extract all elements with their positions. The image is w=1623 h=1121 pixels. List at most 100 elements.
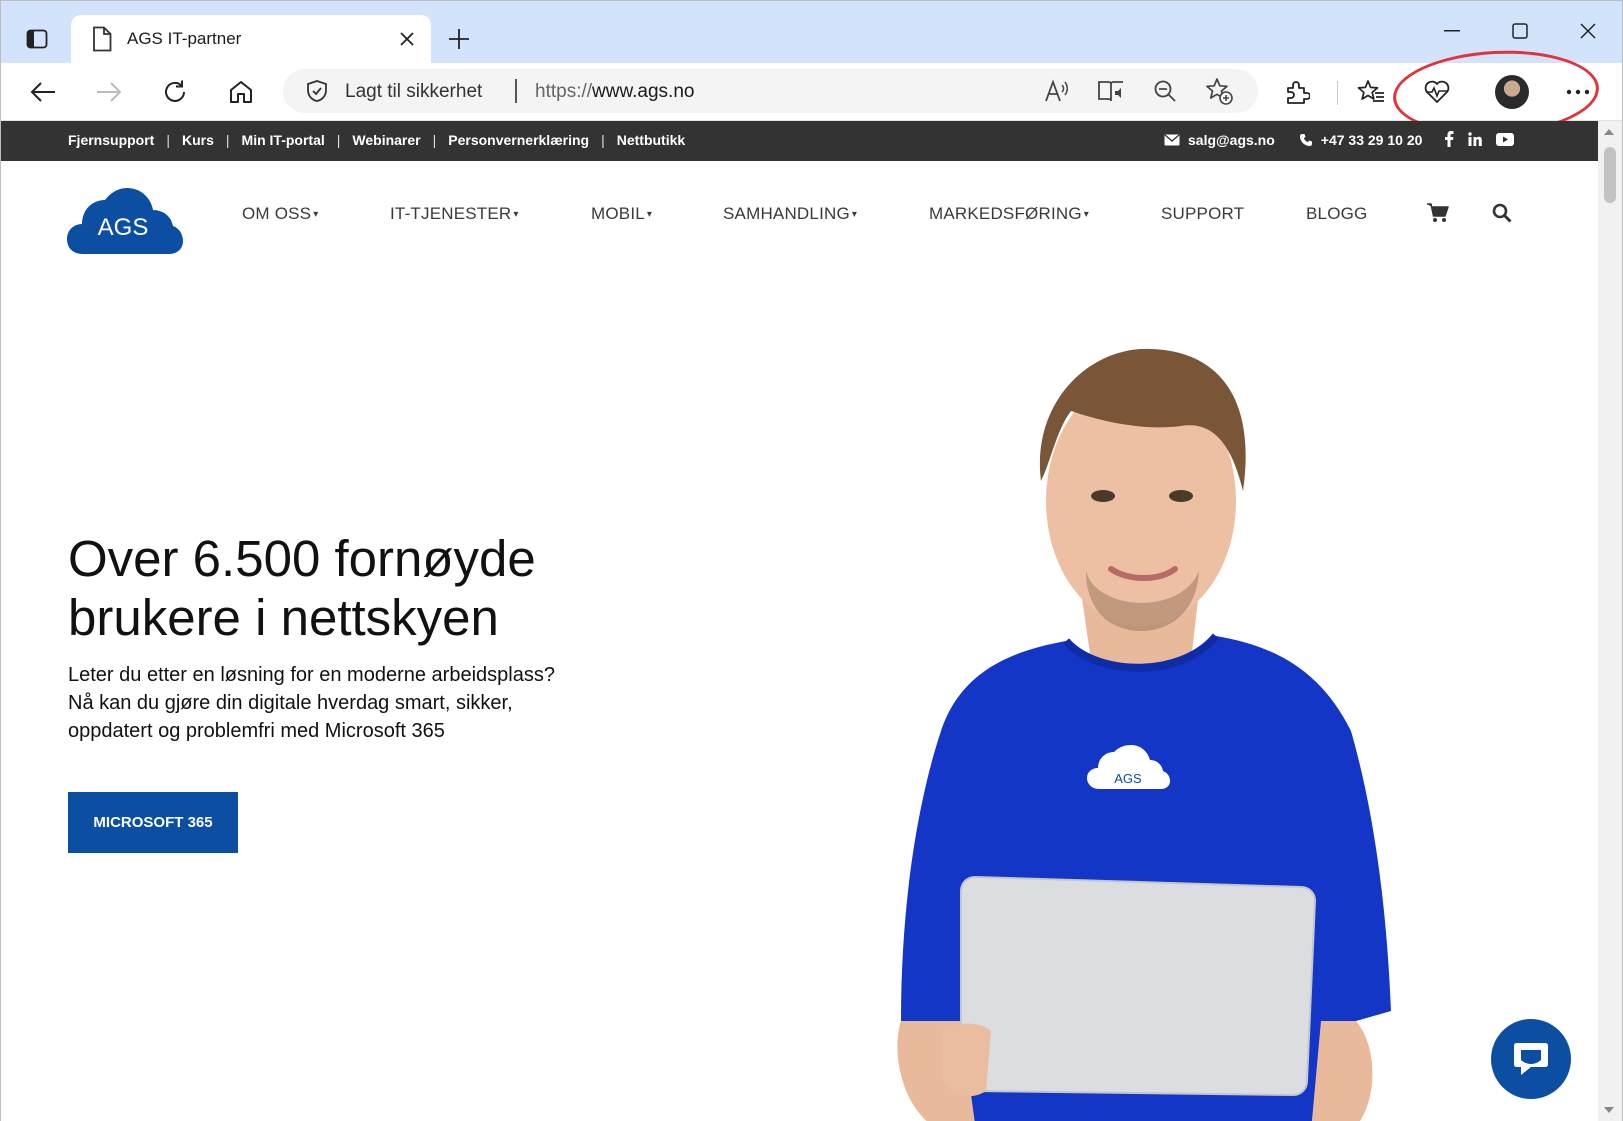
topbar-separator: | xyxy=(336,132,341,148)
url-scheme: https:// xyxy=(535,81,593,102)
nav-label: SAMHANDLING xyxy=(723,204,850,223)
nav-label: BLOGG xyxy=(1306,204,1368,223)
cart-icon xyxy=(1427,203,1449,222)
tab-actions-button[interactable] xyxy=(19,21,55,57)
extensions-button[interactable] xyxy=(1277,72,1317,112)
nav-markedsforing[interactable]: MARKEDSFØRING ▾ xyxy=(929,204,1089,224)
hero-heading-line: Over 6.500 fornøyde xyxy=(68,530,536,587)
search-icon xyxy=(1492,203,1512,223)
topbar-link-min-it-portal[interactable]: Min IT-portal xyxy=(242,132,325,148)
microsoft-365-button[interactable]: MICROSOFT 365 xyxy=(68,792,238,853)
maximize-icon xyxy=(1512,23,1528,39)
social-links xyxy=(1444,131,1514,147)
youtube-icon[interactable] xyxy=(1496,132,1514,146)
tab-close-button[interactable] xyxy=(387,19,427,59)
tab-title: AGS IT-partner xyxy=(127,29,242,48)
address-separator xyxy=(515,79,517,103)
nav-support[interactable]: SUPPORT xyxy=(1161,204,1244,224)
tab-active[interactable]: AGS IT-partner xyxy=(71,15,431,63)
caret-down-icon: ▾ xyxy=(1083,209,1090,220)
nav-label: IT-TJENESTER xyxy=(390,204,512,223)
ags-logo[interactable]: AGS xyxy=(67,188,183,254)
hero-body: Leter du etter en løsning for en moderne… xyxy=(68,661,628,745)
add-favorite-button[interactable] xyxy=(1203,75,1235,107)
tab-strip: AGS IT-partner xyxy=(1,1,1622,63)
topbar-separator: | xyxy=(166,132,170,148)
cart-button[interactable] xyxy=(1426,201,1450,225)
home-icon xyxy=(230,81,252,103)
browser-toolbar: Lagt til sikkerhet https://www.ags.no xyxy=(1,63,1622,121)
topbar-separator: | xyxy=(432,132,437,148)
shield-check-icon[interactable] xyxy=(305,79,329,103)
scroll-thumb[interactable] xyxy=(1604,147,1616,203)
topbar-link-webinarer[interactable]: Webinarer xyxy=(352,132,420,148)
nav-label: SUPPORT xyxy=(1161,204,1245,223)
topbar-link-kurs[interactable]: Kurs xyxy=(182,132,214,148)
topbar-separator: | xyxy=(225,132,230,148)
window-close-button[interactable] xyxy=(1557,11,1619,51)
email-link[interactable]: salg@ags.no xyxy=(1188,132,1275,148)
hero-body-line: Nå kan du gjøre din digitale hverdag sma… xyxy=(68,692,513,714)
chat-button[interactable] xyxy=(1491,1019,1571,1099)
nav-samhandling[interactable]: SAMHANDLING ▾ xyxy=(723,204,857,224)
favorites-button[interactable] xyxy=(1351,72,1391,112)
scroll-up-arrow-icon[interactable] xyxy=(1604,129,1614,135)
topbar-contact: salg@ags.no +47 33 29 10 20 xyxy=(1164,132,1422,148)
zoom-out-icon xyxy=(1154,80,1176,102)
vertical-scrollbar[interactable] xyxy=(1598,121,1622,1121)
back-button[interactable] xyxy=(23,72,63,112)
maximize-button[interactable] xyxy=(1489,11,1551,51)
immersive-reader-button[interactable] xyxy=(1095,75,1127,107)
phone-icon xyxy=(1299,134,1312,146)
site-search-button[interactable] xyxy=(1490,201,1514,225)
security-label[interactable]: Lagt til sikkerhet xyxy=(345,81,482,103)
caret-down-icon: ▾ xyxy=(646,209,653,220)
topbar-links: Fjernsupport | Kurs | Min IT-portal | We… xyxy=(68,132,685,148)
plus-icon xyxy=(449,29,469,49)
star-add-icon xyxy=(1206,78,1233,105)
minimize-icon xyxy=(1444,30,1460,32)
tab-actions-icon xyxy=(26,29,48,49)
nav-it-tjenester[interactable]: IT-TJENESTER ▾ xyxy=(390,204,519,224)
caret-down-icon: ▾ xyxy=(851,209,858,220)
hero-section: Over 6.500 fornøyde brukere i nettskyen L… xyxy=(1,271,1598,1121)
arrow-right-icon xyxy=(97,82,122,102)
topbar-link-personvern[interactable]: Personvernerklæring xyxy=(448,132,589,148)
phone-link[interactable]: +47 33 29 10 20 xyxy=(1321,132,1423,148)
nav-om-oss[interactable]: OM OSS ▾ xyxy=(242,204,318,224)
nav-blogg[interactable]: BLOGG xyxy=(1306,204,1367,224)
arrow-left-icon xyxy=(30,82,55,102)
favorites-icon xyxy=(1357,80,1384,102)
close-icon xyxy=(1580,23,1596,39)
topbar-separator: | xyxy=(601,132,605,148)
hero-heading: Over 6.500 fornøyde brukere i nettskyen xyxy=(68,529,688,647)
chat-bubble-icon xyxy=(1514,1043,1548,1075)
close-icon xyxy=(400,32,414,46)
nav-mobil[interactable]: MOBIL ▾ xyxy=(591,204,652,224)
site-topbar: Fjernsupport | Kurs | Min IT-portal | We… xyxy=(1,121,1598,161)
home-button[interactable] xyxy=(221,72,261,112)
forward-button[interactable] xyxy=(89,72,129,112)
browser-window: AGS IT-partner Lagt til sikkerhet https:… xyxy=(0,0,1623,1121)
minimize-button[interactable] xyxy=(1421,11,1483,51)
logo-text: AGS xyxy=(98,214,149,241)
url-text[interactable]: https://www.ags.no xyxy=(535,81,694,103)
scroll-down-arrow-icon[interactable] xyxy=(1604,1107,1614,1113)
nav-label: OM OSS xyxy=(242,204,312,223)
toolbar-divider xyxy=(1337,81,1338,105)
immersive-reader-icon xyxy=(1098,81,1123,102)
reload-button[interactable] xyxy=(155,72,195,112)
topbar-link-nettbutikk[interactable]: Nettbutikk xyxy=(617,132,685,148)
address-bar[interactable]: Lagt til sikkerhet https://www.ags.no xyxy=(283,69,1258,113)
read-aloud-button[interactable] xyxy=(1041,75,1073,107)
nav-label: MOBIL xyxy=(591,204,645,223)
url-host: www.ags.no xyxy=(592,81,695,102)
linkedin-icon[interactable] xyxy=(1468,132,1482,146)
new-tab-button[interactable] xyxy=(441,21,477,57)
hero-body-line: Leter du etter en løsning for en moderne… xyxy=(68,664,555,686)
caret-down-icon: ▾ xyxy=(513,209,519,220)
topbar-link-fjernsupport[interactable]: Fjernsupport xyxy=(68,132,154,148)
envelope-icon xyxy=(1164,134,1180,146)
facebook-icon[interactable] xyxy=(1444,131,1454,147)
zoom-out-button[interactable] xyxy=(1149,75,1181,107)
